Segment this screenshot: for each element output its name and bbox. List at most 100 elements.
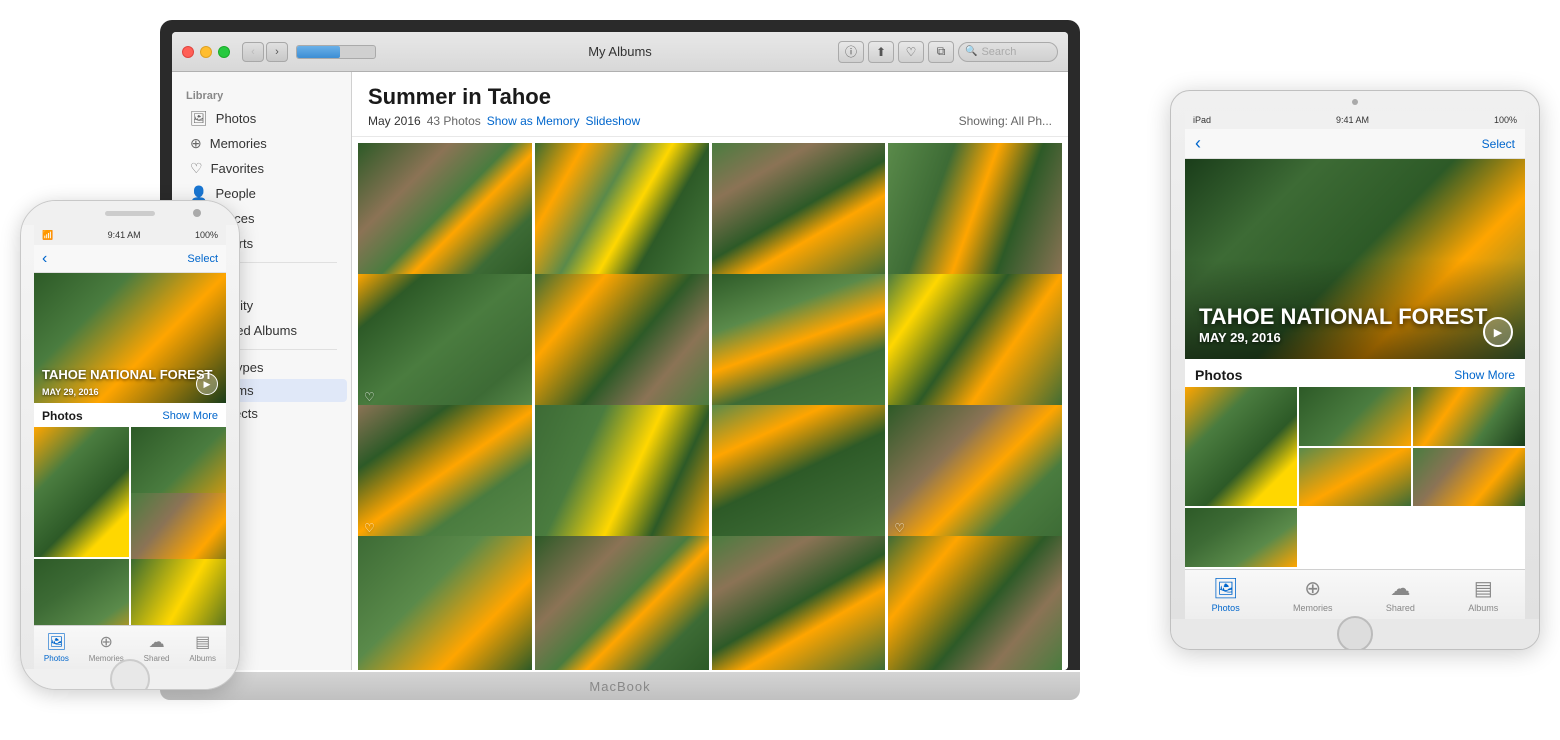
iphone-photo-5[interactable] bbox=[131, 559, 226, 625]
ipad-albums-tab-label: Albums bbox=[1468, 603, 1498, 613]
ipad-shared-tab-icon: ☁ bbox=[1390, 576, 1410, 601]
mac-album-meta: May 2016 43 Photos Show as Memory Slides… bbox=[368, 114, 1052, 128]
ipad-camera bbox=[1352, 99, 1358, 105]
mac-photo-partial-2[interactable] bbox=[535, 536, 709, 670]
iphone-home-indicator bbox=[20, 669, 240, 689]
iphone-back-btn[interactable]: ‹ bbox=[42, 250, 47, 268]
iphone-play-btn[interactable]: ▶ bbox=[196, 373, 218, 395]
iphone-tab-shared[interactable]: ☁ Shared bbox=[144, 632, 170, 663]
mac-heart-btn[interactable]: ♡ bbox=[898, 41, 924, 63]
ipad-select-btn[interactable]: Select bbox=[1482, 137, 1515, 151]
mac-show-as-memory-link[interactable]: Show as Memory bbox=[487, 114, 580, 128]
ipad-show-more-link[interactable]: Show More bbox=[1454, 368, 1515, 382]
iphone-camera bbox=[193, 209, 201, 217]
mac-search-placeholder: Search bbox=[981, 46, 1016, 58]
ipad-photo-3[interactable] bbox=[1413, 387, 1525, 446]
mac-slideshow-link[interactable]: Slideshow bbox=[585, 114, 640, 128]
iphone-memory-card[interactable]: TAHOE NATIONAL FOREST MAY 29, 2016 ▶ bbox=[34, 273, 226, 403]
mac-photo-7[interactable] bbox=[712, 274, 886, 408]
ipad-albums-tab-icon: ▤ bbox=[1474, 576, 1493, 601]
ipad-play-btn[interactable]: ▶ bbox=[1483, 317, 1513, 347]
ipad-photo-6[interactable] bbox=[1185, 508, 1297, 567]
mac-photo-4[interactable] bbox=[888, 143, 1062, 277]
mac-photo-2[interactable] bbox=[535, 143, 709, 277]
iphone-top-bar bbox=[21, 201, 239, 225]
mac-photo-8[interactable] bbox=[888, 274, 1062, 408]
ipad-tab-shared[interactable]: ☁ Shared bbox=[1386, 576, 1415, 613]
mac-photo-11[interactable] bbox=[712, 405, 886, 539]
macbook-device: ‹ › My Albums ⓘ ⬆ ♡ ⧉ 🔍 Search bbox=[160, 20, 1080, 700]
iphone-photo-4[interactable] bbox=[34, 559, 129, 625]
mac-photo-1[interactable] bbox=[358, 143, 532, 277]
ipad-home-btn[interactable] bbox=[1337, 616, 1373, 650]
mac-back-arrow[interactable]: ‹ bbox=[242, 42, 264, 62]
mac-close-btn[interactable] bbox=[182, 46, 194, 58]
mac-photo-5[interactable]: ♡ bbox=[358, 274, 532, 408]
iphone-signal: 📶 bbox=[42, 230, 53, 241]
ipad-photo-5[interactable] bbox=[1413, 448, 1525, 507]
mac-photo-6[interactable] bbox=[535, 274, 709, 408]
mac-copy-btn[interactable]: ⧉ bbox=[928, 41, 954, 63]
sidebar-item-favorites[interactable]: ♡ Favorites bbox=[176, 156, 347, 181]
iphone-memories-tab-icon: ⊕ bbox=[100, 632, 113, 652]
iphone-photos-tab-icon: 🖼 bbox=[46, 632, 66, 652]
mac-photo-partial-4[interactable] bbox=[888, 536, 1062, 670]
iphone-tab-photos[interactable]: 🖼 Photos bbox=[44, 632, 69, 663]
iphone-select-btn[interactable]: Select bbox=[187, 253, 218, 265]
mac-photo-heart-12: ♡ bbox=[894, 521, 905, 535]
ipad-photo-1[interactable] bbox=[1185, 387, 1297, 506]
macbook-body: MacBook bbox=[160, 672, 1080, 700]
mac-minimize-btn[interactable] bbox=[200, 46, 212, 58]
mac-toolbar-right: ⓘ ⬆ ♡ ⧉ 🔍 Search bbox=[838, 41, 1058, 63]
mac-photo-heart-5: ♡ bbox=[364, 390, 375, 404]
ipad-device: iPad 9:41 AM 100% ‹ Select TAHOE NATIONA… bbox=[1170, 90, 1540, 650]
iphone-tab-memories[interactable]: ⊕ Memories bbox=[89, 632, 124, 663]
mac-main: Summer in Tahoe May 2016 43 Photos Show … bbox=[352, 72, 1068, 670]
mac-maximize-btn[interactable] bbox=[218, 46, 230, 58]
ipad-bottom-bar: 🖼 Photos ⊕ Memories ☁ Shared ▤ Albums bbox=[1185, 569, 1525, 619]
sidebar-people-label: People bbox=[215, 186, 255, 201]
mac-forward-arrow[interactable]: › bbox=[266, 42, 288, 62]
mac-info-btn[interactable]: ⓘ bbox=[838, 41, 864, 63]
ipad-tab-memories[interactable]: ⊕ Memories bbox=[1293, 576, 1333, 613]
ipad-back-btn[interactable]: ‹ bbox=[1195, 133, 1201, 154]
mac-window-title: My Albums bbox=[588, 44, 652, 59]
mac-photo-3[interactable] bbox=[712, 143, 886, 277]
mac-share-btn[interactable]: ⬆ bbox=[868, 41, 894, 63]
mac-titlebar: ‹ › My Albums ⓘ ⬆ ♡ ⧉ 🔍 Search bbox=[172, 32, 1068, 72]
mac-photo-9[interactable]: ♡ bbox=[358, 405, 532, 539]
mac-content: Library 🖼 Photos ⊕ Memories ♡ Favorites bbox=[172, 72, 1068, 670]
iphone-albums-tab-icon: ▤ bbox=[195, 632, 210, 652]
iphone-tab-albums[interactable]: ▤ Albums bbox=[189, 632, 216, 663]
iphone-photos-tab-label: Photos bbox=[44, 654, 69, 663]
ipad-memory-card[interactable]: TAHOE NATIONAL FOREST MAY 29, 2016 ▶ bbox=[1185, 159, 1525, 359]
sidebar-photos-label: Photos bbox=[216, 111, 256, 126]
mac-photo-12[interactable]: ♡ bbox=[888, 405, 1062, 539]
macbook-screen-outer: ‹ › My Albums ⓘ ⬆ ♡ ⧉ 🔍 Search bbox=[160, 20, 1080, 670]
iphone-memory-date: MAY 29, 2016 bbox=[42, 387, 99, 397]
ipad-tab-photos[interactable]: 🖼 Photos bbox=[1212, 576, 1240, 613]
iphone-albums-tab-label: Albums bbox=[189, 654, 216, 663]
iphone-photo-1[interactable] bbox=[34, 427, 129, 557]
iphone-time: 9:41 AM bbox=[108, 230, 141, 240]
macbook-screen: ‹ › My Albums ⓘ ⬆ ♡ ⧉ 🔍 Search bbox=[172, 32, 1068, 670]
mac-traffic-lights bbox=[182, 46, 230, 58]
mac-photo-partial-1[interactable] bbox=[358, 536, 532, 670]
mac-album-count: 43 Photos bbox=[427, 114, 481, 128]
ipad-tab-albums[interactable]: ▤ Albums bbox=[1468, 576, 1498, 613]
mac-search-bar[interactable]: 🔍 Search bbox=[958, 42, 1058, 62]
iphone-photo-grid bbox=[34, 427, 226, 625]
iphone-show-more-link[interactable]: Show More bbox=[162, 410, 218, 422]
ipad-photo-4[interactable] bbox=[1299, 448, 1411, 507]
iphone-shared-tab-label: Shared bbox=[144, 654, 170, 663]
ipad-memories-tab-label: Memories bbox=[1293, 603, 1333, 613]
ipad-screen: iPad 9:41 AM 100% ‹ Select TAHOE NATIONA… bbox=[1185, 111, 1525, 619]
sidebar-item-memories[interactable]: ⊕ Memories bbox=[176, 131, 347, 156]
iphone-section-header: Photos Show More bbox=[34, 403, 226, 427]
ipad-photo-2[interactable] bbox=[1299, 387, 1411, 446]
iphone-statusbar: 📶 9:41 AM 100% bbox=[34, 225, 226, 245]
mac-photo-partial-3[interactable] bbox=[712, 536, 886, 670]
sidebar-item-photos[interactable]: 🖼 Photos bbox=[176, 106, 347, 131]
sidebar-memories-label: Memories bbox=[210, 136, 267, 151]
mac-photo-10[interactable] bbox=[535, 405, 709, 539]
